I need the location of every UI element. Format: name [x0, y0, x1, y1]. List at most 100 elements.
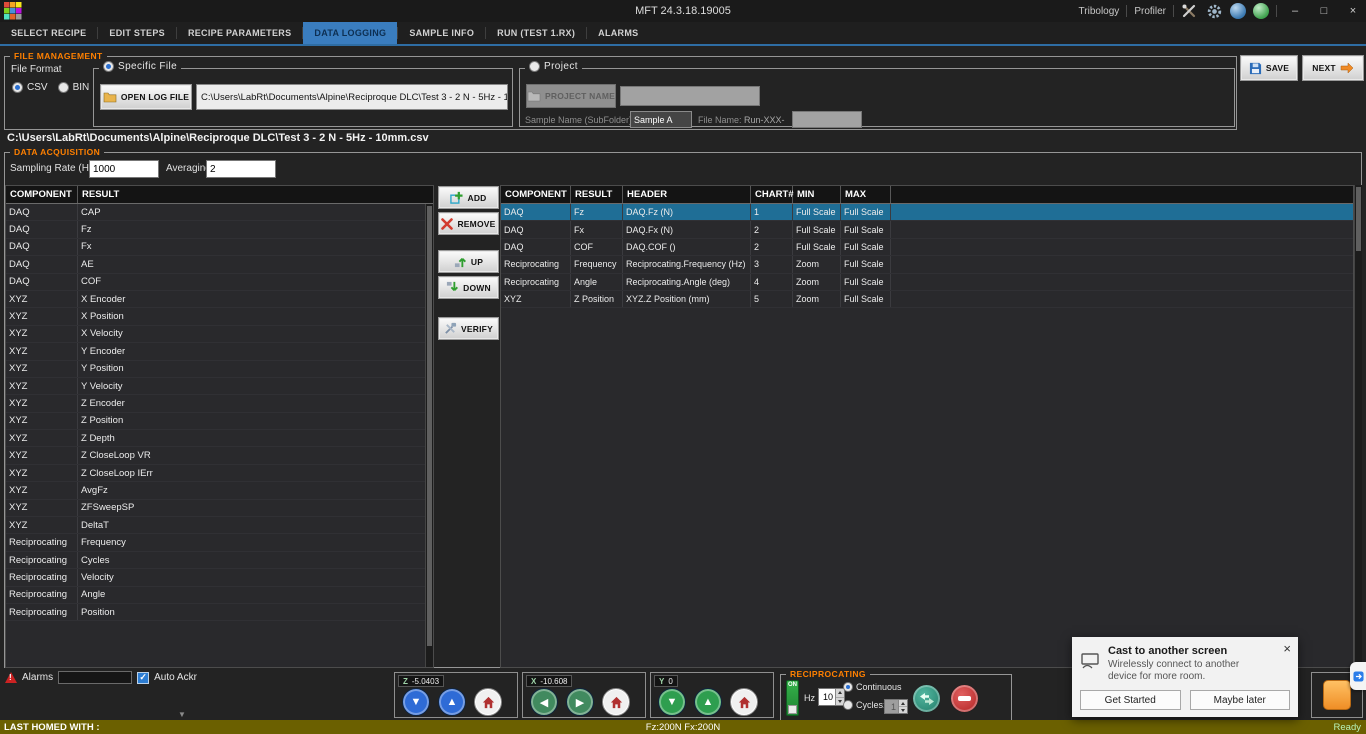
- table-row[interactable]: XYZY Encoder: [6, 343, 433, 360]
- jog-x-right-button[interactable]: ▶: [566, 688, 594, 716]
- table-row[interactable]: ReciprocatingPosition: [6, 604, 433, 621]
- table-row[interactable]: XYZZ Depth: [6, 430, 433, 447]
- table-row[interactable]: XYZZ PositionXYZ.Z Position (mm)5ZoomFul…: [501, 291, 1353, 308]
- table-row[interactable]: ReciprocatingFrequency: [6, 534, 433, 551]
- tab-alarms[interactable]: ALARMS: [587, 22, 649, 44]
- app-window: MFT 24.3.18.19005 Tribology Profiler – □…: [0, 0, 1366, 734]
- table-row[interactable]: DAQFxDAQ.Fx (N)2Full ScaleFull Scale: [501, 221, 1353, 238]
- scrollbar-thumb[interactable]: [1356, 187, 1361, 251]
- maybe-later-button[interactable]: Maybe later: [1190, 690, 1291, 710]
- tab-recipe-parameters[interactable]: RECIPE PARAMETERS: [177, 22, 302, 44]
- column-header[interactable]: MAX: [841, 186, 891, 203]
- add-icon: [450, 191, 463, 204]
- table-row[interactable]: ReciprocatingCycles: [6, 552, 433, 569]
- bin-radio[interactable]: BIN: [58, 82, 90, 93]
- close-button[interactable]: ×: [1342, 5, 1364, 17]
- table-row[interactable]: XYZZ CloseLoop IErr: [6, 465, 433, 482]
- table-row[interactable]: ReciprocatingAngle: [6, 587, 433, 604]
- home-y-button[interactable]: [730, 688, 758, 716]
- home-x-button[interactable]: [602, 688, 630, 716]
- column-header[interactable]: RESULT: [571, 186, 623, 203]
- table-row[interactable]: DAQCOFDAQ.COF ()2Full ScaleFull Scale: [501, 239, 1353, 256]
- menu-profiler[interactable]: Profiler: [1134, 6, 1166, 17]
- tab-select-recipe[interactable]: SELECT RECIPE: [0, 22, 97, 44]
- scrollbar-thumb[interactable]: [427, 206, 432, 646]
- column-header[interactable]: COMPONENT: [6, 186, 78, 203]
- right-table-scrollbar[interactable]: [1354, 185, 1362, 668]
- next-button[interactable]: NEXT: [1302, 55, 1364, 81]
- table-row[interactable]: XYZAvgFz: [6, 482, 433, 499]
- alarms-input[interactable]: [58, 671, 132, 684]
- sampling-rate-input[interactable]: [89, 160, 159, 178]
- continuous-radio[interactable]: Continuous: [843, 682, 902, 692]
- csv-radio[interactable]: CSV: [12, 82, 48, 93]
- table-row[interactable]: ReciprocatingVelocity: [6, 569, 433, 586]
- sample-name-input[interactable]: Sample A: [630, 111, 692, 128]
- averaging-input[interactable]: [206, 160, 276, 178]
- table-cell: Fx: [78, 239, 433, 255]
- move-up-button[interactable]: UP: [438, 250, 499, 273]
- column-header[interactable]: RESULT: [78, 186, 433, 203]
- open-log-file-button[interactable]: OPEN LOG FILE: [100, 84, 192, 110]
- table-row[interactable]: XYZZFSweepSP: [6, 500, 433, 517]
- user-status-icon[interactable]: [1253, 3, 1269, 19]
- table-row[interactable]: XYZY Position: [6, 361, 433, 378]
- jog-x-left-button[interactable]: ◀: [530, 688, 558, 716]
- table-row[interactable]: XYZZ Encoder: [6, 395, 433, 412]
- get-started-button[interactable]: Get Started: [1080, 690, 1181, 710]
- table-row[interactable]: XYZX Velocity: [6, 326, 433, 343]
- jog-z-up-button[interactable]: ▲: [438, 688, 466, 716]
- edge-sidebar-handle[interactable]: [1350, 662, 1366, 690]
- hz-spinner[interactable]: 10: [818, 688, 845, 706]
- table-row[interactable]: ReciprocatingFrequencyReciprocating.Freq…: [501, 256, 1353, 273]
- orange-action-button[interactable]: [1323, 680, 1351, 710]
- project-radio[interactable]: Project: [525, 61, 582, 72]
- reciprocate-run-button[interactable]: [912, 684, 941, 713]
- column-header[interactable]: CHART#: [751, 186, 793, 203]
- specific-file-radio[interactable]: Specific File: [99, 61, 181, 72]
- jog-y-down-button[interactable]: ▼: [658, 688, 686, 716]
- add-button[interactable]: ADD: [438, 186, 499, 209]
- table-row[interactable]: XYZY Velocity: [6, 378, 433, 395]
- menu-tribology[interactable]: Tribology: [1079, 6, 1120, 17]
- table-row[interactable]: DAQFx: [6, 239, 433, 256]
- column-header[interactable]: COMPONENT: [501, 186, 571, 203]
- tab-run[interactable]: RUN (TEST 1.RX): [486, 22, 586, 44]
- table-row[interactable]: DAQCAP: [6, 204, 433, 221]
- reciprocating-on-toggle[interactable]: ON: [786, 680, 799, 716]
- left-table-scrollbar[interactable]: [425, 204, 433, 667]
- tools-icon[interactable]: [1181, 3, 1199, 19]
- move-down-button[interactable]: DOWN: [438, 276, 499, 299]
- table-row[interactable]: XYZX Position: [6, 308, 433, 325]
- table-cell: Full Scale: [841, 221, 891, 237]
- remove-button[interactable]: REMOVE: [438, 212, 499, 235]
- table-row[interactable]: DAQFzDAQ.Fz (N)1Full ScaleFull Scale: [501, 204, 1353, 221]
- table-row[interactable]: XYZZ Position: [6, 413, 433, 430]
- log-file-path-input[interactable]: C:\Users\LabRt\Documents\Alpine\Reciproq…: [196, 84, 508, 110]
- table-row[interactable]: XYZX Encoder: [6, 291, 433, 308]
- info-icon[interactable]: [1230, 3, 1246, 19]
- cycles-radio[interactable]: Cycles:: [843, 700, 886, 710]
- table-row[interactable]: ReciprocatingAngleReciprocating.Angle (d…: [501, 274, 1353, 291]
- tab-sample-info[interactable]: SAMPLE INFO: [398, 22, 485, 44]
- home-z-button[interactable]: [474, 688, 502, 716]
- table-row[interactable]: XYZZ CloseLoop VR: [6, 447, 433, 464]
- toast-close-icon[interactable]: ×: [1283, 641, 1291, 656]
- jog-z-down-button[interactable]: ▼: [402, 688, 430, 716]
- column-header[interactable]: HEADER: [623, 186, 751, 203]
- tab-edit-steps[interactable]: EDIT STEPS: [98, 22, 176, 44]
- save-button[interactable]: SAVE: [1240, 55, 1298, 81]
- settings-gear-icon[interactable]: [1206, 3, 1223, 20]
- auto-ack-checkbox[interactable]: [137, 672, 149, 684]
- table-row[interactable]: DAQCOF: [6, 274, 433, 291]
- table-row[interactable]: DAQAE: [6, 256, 433, 273]
- verify-button[interactable]: VERIFY: [438, 317, 499, 340]
- column-header[interactable]: MIN: [793, 186, 841, 203]
- stop-button[interactable]: [950, 684, 979, 713]
- maximize-button[interactable]: □: [1313, 5, 1335, 17]
- table-row[interactable]: DAQFz: [6, 221, 433, 238]
- table-row[interactable]: XYZDeltaT: [6, 517, 433, 534]
- tab-data-logging[interactable]: DATA LOGGING: [303, 22, 397, 44]
- jog-y-up-button[interactable]: ▲: [694, 688, 722, 716]
- minimize-button[interactable]: –: [1284, 5, 1306, 17]
